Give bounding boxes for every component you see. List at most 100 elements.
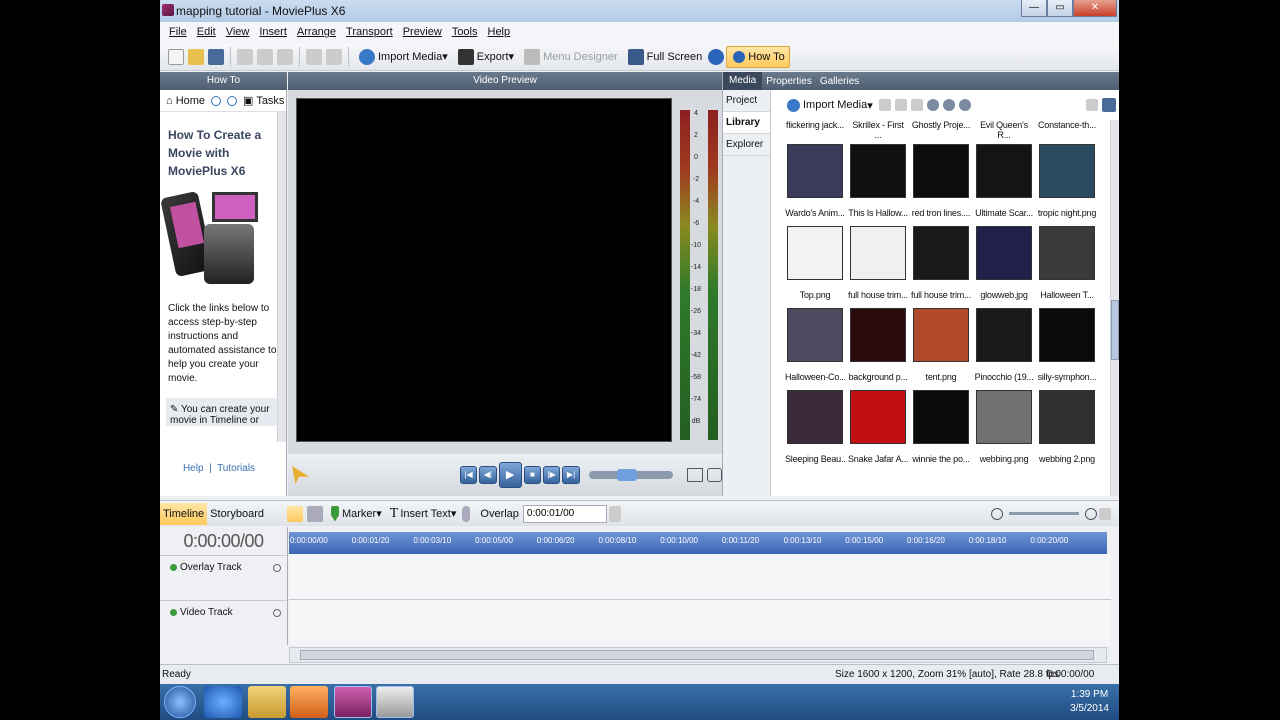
zoom-in-icon[interactable] xyxy=(1085,507,1097,520)
timeline-ruler[interactable]: 0:00:00/00 0:00:01/20 0:00:03/10 0:00:05/00… xyxy=(289,532,1107,554)
side-tab-library[interactable]: Library xyxy=(723,112,770,134)
media-scrollbar[interactable] xyxy=(1110,120,1119,496)
link-icon[interactable] xyxy=(286,505,303,522)
media-item[interactable]: red tron lines.... xyxy=(911,144,971,218)
import-media-button[interactable]: Import Media ▾ xyxy=(353,46,452,68)
sound-icon[interactable] xyxy=(958,99,971,111)
system-clock[interactable]: 1:39 PM 3/5/2014 xyxy=(1070,688,1109,716)
remove-media-icon[interactable] xyxy=(942,99,955,111)
timeline-hscrollbar[interactable] xyxy=(289,647,1107,663)
help-icon[interactable] xyxy=(708,48,725,65)
media-thumbnail[interactable] xyxy=(913,226,969,280)
media-thumbnail[interactable] xyxy=(1039,308,1095,362)
movieplus-taskbar-icon[interactable] xyxy=(334,686,372,718)
media-thumbnail[interactable] xyxy=(850,308,906,362)
play-button[interactable]: ▶ xyxy=(498,462,522,488)
media-thumbnail[interactable] xyxy=(1039,390,1095,444)
minimize-button[interactable]: — xyxy=(1021,0,1047,17)
media-item-caption[interactable]: Skrillex - First ... xyxy=(848,120,908,140)
menu-view[interactable]: View xyxy=(221,26,255,38)
eye-icon[interactable] xyxy=(273,609,281,617)
media-item[interactable]: tent.png xyxy=(911,308,971,382)
internet-explorer-icon[interactable] xyxy=(204,686,242,718)
overlay-track-header[interactable]: Overlay Track xyxy=(160,555,287,600)
next-frame-button[interactable]: |▶ xyxy=(543,466,561,484)
side-tab-project[interactable]: Project xyxy=(723,90,770,112)
media-item[interactable]: full house trim... xyxy=(848,226,908,300)
media-item[interactable]: tropic night.png xyxy=(1037,144,1097,218)
menu-edit[interactable]: Edit xyxy=(192,26,221,38)
previous-frame-button[interactable]: ◀| xyxy=(479,466,497,484)
forward-icon[interactable] xyxy=(227,95,238,106)
aspect-icon[interactable] xyxy=(687,468,703,482)
media-item[interactable]: webbing 2.png xyxy=(1037,390,1097,464)
track-visible-icon[interactable] xyxy=(170,609,177,616)
open-icon[interactable] xyxy=(188,48,204,65)
paste-icon[interactable] xyxy=(277,48,293,65)
tab-storyboard[interactable]: Storyboard xyxy=(207,503,267,525)
tab-properties[interactable]: Properties xyxy=(762,76,816,87)
insert-text-button[interactable]: T Insert Text ▾ xyxy=(386,503,461,525)
side-tab-explorer[interactable]: Explorer xyxy=(723,134,770,156)
media-item[interactable]: Top.png xyxy=(785,226,845,300)
home-link[interactable]: ⌂ Home xyxy=(166,95,205,107)
media-thumbnail[interactable] xyxy=(976,308,1032,362)
zoom-out-icon[interactable] xyxy=(991,507,1003,520)
zoom-slider[interactable] xyxy=(1009,512,1079,515)
pointer-tool-icon[interactable] xyxy=(292,466,310,484)
media-item[interactable]: Ultimate Scar... xyxy=(974,144,1034,218)
tutorials-link[interactable]: Tutorials xyxy=(217,463,255,474)
maximize-button[interactable]: ▭ xyxy=(1047,0,1073,17)
cut-icon[interactable] xyxy=(237,48,253,65)
media-item[interactable]: Sleeping Beau... xyxy=(785,390,845,464)
media-item[interactable]: Halloween T... xyxy=(1037,226,1097,300)
tab-media[interactable]: Media xyxy=(723,72,763,90)
media-item[interactable]: This Is Hallow... xyxy=(848,144,908,218)
overlap-input[interactable] xyxy=(522,504,607,523)
fit-icon[interactable] xyxy=(1099,507,1111,520)
audio-wave-icon[interactable] xyxy=(306,505,323,522)
tasks-link[interactable]: ▣ Tasks xyxy=(243,94,284,107)
media-item[interactable]: Wardo's Anim... xyxy=(785,144,845,218)
grid-view-icon[interactable] xyxy=(1102,98,1116,112)
media-item[interactable]: Pinocchio (19... xyxy=(974,308,1034,382)
video-track-header[interactable]: Video Track xyxy=(160,600,287,645)
media-thumbnail[interactable] xyxy=(976,226,1032,280)
media-item[interactable]: webbing.png xyxy=(974,390,1034,464)
split-icon[interactable] xyxy=(608,505,621,522)
menu-file[interactable]: File xyxy=(164,26,192,38)
media-thumbnail[interactable] xyxy=(850,226,906,280)
media-item[interactable]: Snake Jafar A... xyxy=(848,390,908,464)
media-thumbnail[interactable] xyxy=(850,144,906,198)
menu-designer-button[interactable]: Menu Designer xyxy=(518,46,622,68)
snapshot-icon[interactable] xyxy=(706,468,722,482)
media-thumbnail[interactable] xyxy=(913,390,969,444)
track-visible-icon[interactable] xyxy=(170,564,177,571)
close-button[interactable]: ✕ xyxy=(1073,0,1117,17)
media-import-button[interactable]: Import Media ▾ xyxy=(781,94,877,116)
media-item[interactable]: full house trim... xyxy=(911,226,971,300)
media-thumbnail[interactable] xyxy=(787,144,843,198)
tab-timeline[interactable]: Timeline xyxy=(160,502,208,525)
go-to-end-button[interactable]: ▶| xyxy=(562,466,580,484)
sort-icon[interactable] xyxy=(878,99,891,111)
stop-button[interactable]: ■ xyxy=(523,466,542,484)
go-to-start-button[interactable]: |◀ xyxy=(459,466,478,484)
media-item[interactable]: background p... xyxy=(848,308,908,382)
media-thumbnail[interactable] xyxy=(787,390,843,444)
save-icon[interactable] xyxy=(208,48,224,65)
tab-galleries[interactable]: Galleries xyxy=(816,76,863,87)
media-item-caption[interactable]: Constance-th... xyxy=(1037,120,1097,130)
media-item[interactable]: glowweb.jpg xyxy=(974,226,1034,300)
help-link[interactable]: Help xyxy=(183,463,204,474)
media-item[interactable]: winnie the po... xyxy=(911,390,971,464)
capture-app-icon[interactable] xyxy=(376,686,414,718)
media-thumbnail[interactable] xyxy=(1039,226,1095,280)
back-icon[interactable] xyxy=(211,95,222,106)
stop-media-icon[interactable] xyxy=(926,99,939,111)
media-item-caption[interactable]: Evil Queen's R... xyxy=(974,120,1034,140)
menu-help[interactable]: Help xyxy=(483,26,516,38)
export-button[interactable]: Export ▾ xyxy=(452,46,518,68)
media-thumbnail[interactable] xyxy=(976,390,1032,444)
copy-icon[interactable] xyxy=(257,48,273,65)
